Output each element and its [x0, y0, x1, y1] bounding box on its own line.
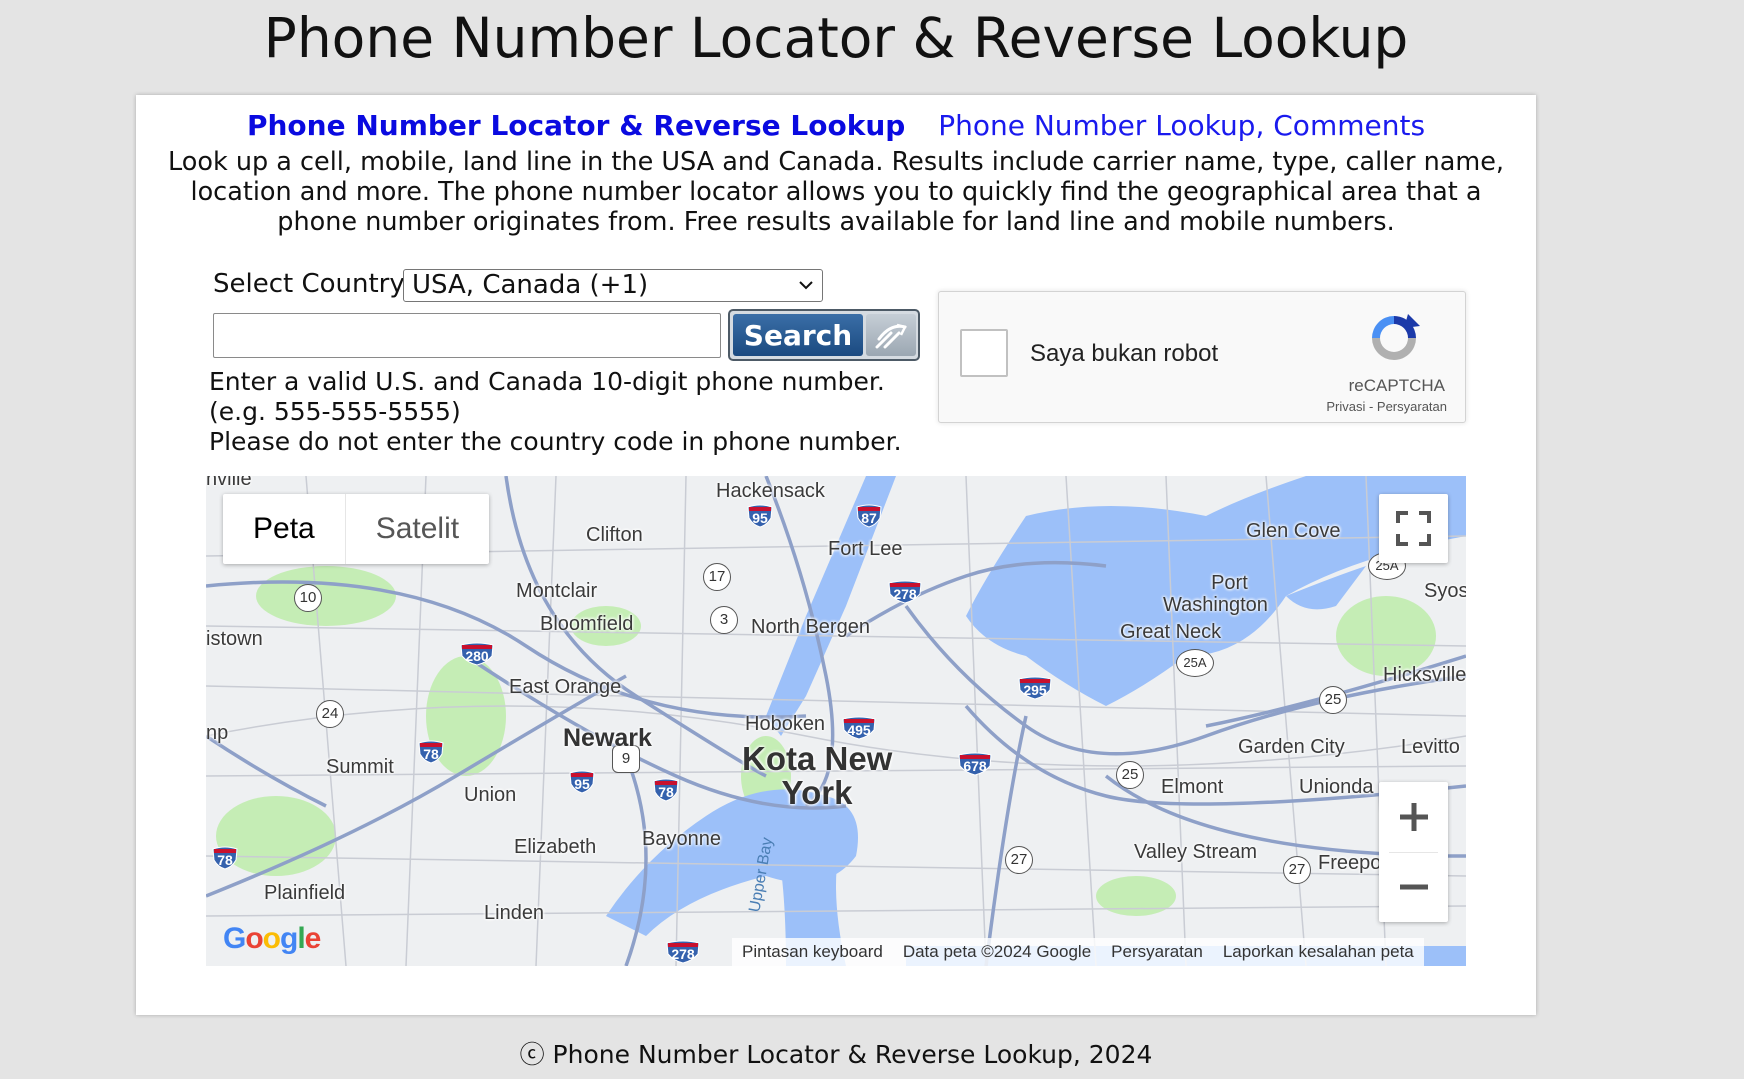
- interstate-shield: 87: [856, 504, 882, 531]
- help-line: (e.g. 555-555-5555): [209, 397, 461, 426]
- chevron-down-icon: [798, 270, 814, 311]
- route-marker: 10: [294, 584, 322, 612]
- map-place-label: Elizabeth: [514, 836, 597, 858]
- nav-row: Phone Number Locator & Reverse Lookup Ph…: [136, 109, 1536, 142]
- interstate-shield: 95: [569, 770, 595, 797]
- map-place-label-major: Kota New York: [742, 740, 893, 811]
- interstate-shield: 78: [653, 778, 679, 805]
- interstate-shield: 78: [418, 740, 444, 767]
- search-button-label: Search: [733, 314, 863, 356]
- map-place-label: Linden: [484, 902, 545, 924]
- interstate-shield: 280: [460, 642, 494, 669]
- map-place-label: Montclair: [516, 580, 598, 602]
- map-type-control: Peta Satelit: [223, 494, 490, 564]
- map-terms-link[interactable]: Persyaratan: [1101, 942, 1213, 962]
- main-card: Phone Number Locator & Reverse Lookup Ph…: [136, 95, 1536, 1015]
- map-place-label: Fort Lee: [828, 538, 903, 560]
- map-place-label: np: [206, 722, 229, 744]
- map-place-label: Hackensack: [716, 480, 825, 502]
- nav-link-locator[interactable]: Phone Number Locator & Reverse Lookup: [247, 109, 905, 142]
- map-place-label: nville: [206, 476, 252, 490]
- map-place-label: Elmont: [1161, 776, 1224, 798]
- map-place-label: Hoboken: [745, 713, 826, 735]
- route-marker: 25: [1319, 686, 1347, 714]
- map-place-label: Bayonne: [642, 828, 721, 850]
- intro-text: Look up a cell, mobile, land line in the…: [167, 147, 1505, 237]
- plus-icon: [1399, 803, 1428, 831]
- map-place-label: Garden City: [1238, 736, 1345, 758]
- interstate-shield: 278: [888, 580, 922, 607]
- map-place-label: Glen Cove: [1246, 520, 1341, 542]
- route-marker: 25A: [1176, 649, 1214, 677]
- page-title: Phone Number Locator & Reverse Lookup: [263, 6, 1409, 70]
- nav-link-comments[interactable]: Phone Number Lookup, Comments: [938, 109, 1425, 142]
- phone-search-icon: [866, 314, 916, 356]
- footer-copyright: ⓒ Phone Number Locator & Reverse Lookup,…: [519, 1040, 1153, 1069]
- help-line: Please do not enter the country code in …: [209, 427, 902, 456]
- map-place-label: istown: [206, 628, 263, 650]
- help-line: Enter a valid U.S. and Canada 10-digit p…: [209, 367, 885, 396]
- route-marker: 27: [1283, 856, 1311, 884]
- map-place-label: Plainfield: [264, 882, 346, 904]
- map-place-label: Port Washington: [1163, 572, 1268, 616]
- report-error-link[interactable]: Laporkan kesalahan peta: [1213, 942, 1424, 962]
- phone-number-input[interactable]: [213, 313, 721, 358]
- map-place-label: Unionda: [1299, 776, 1374, 798]
- interstate-shield: 95: [747, 504, 773, 531]
- map-attribution: Pintasan keyboard Data peta ©2024 Google…: [732, 938, 1424, 966]
- route-marker: 25: [1116, 761, 1144, 789]
- interstate-shield: 495: [842, 716, 876, 743]
- map-place-label: Great Neck: [1120, 621, 1222, 643]
- map-place-label: Summit: [326, 756, 394, 778]
- map-place-label: Levitto: [1401, 736, 1460, 758]
- map-place-label: Bloomfield: [540, 613, 634, 635]
- recaptcha-brand: reCAPTCHA: [1348, 376, 1445, 395]
- minus-icon: [1399, 884, 1428, 890]
- country-label: Select Country: [213, 269, 405, 299]
- route-marker: 17: [703, 563, 731, 591]
- google-logo: Google: [223, 922, 321, 955]
- map-place-label: Freepo: [1318, 852, 1382, 874]
- recaptcha-checkbox[interactable]: [960, 329, 1008, 377]
- search-button[interactable]: Search: [728, 309, 920, 361]
- interstate-shield: 295: [1018, 676, 1052, 703]
- recaptcha-logo-icon: [1364, 310, 1424, 372]
- map-place-label: Valley Stream: [1134, 841, 1258, 863]
- map-place-label: North Bergen: [751, 616, 870, 638]
- recaptcha-label: Saya bukan robot: [1030, 340, 1219, 367]
- map-type-map-button[interactable]: Peta: [223, 494, 345, 564]
- interstate-shield: 78: [212, 846, 238, 873]
- recaptcha-terms-link[interactable]: Privasi - Persyaratan: [1326, 399, 1447, 414]
- map-place-label: Syos: [1424, 580, 1466, 602]
- zoom-out-button[interactable]: [1379, 852, 1448, 922]
- map-data-text: Data peta ©2024 Google: [902, 942, 1092, 961]
- map-place-label: Union: [464, 784, 517, 806]
- map-place-label: East Orange: [509, 676, 622, 698]
- interstate-shield: 278: [666, 940, 700, 966]
- route-marker: 27: [1005, 846, 1033, 874]
- map-place-label: Hicksville: [1383, 664, 1466, 686]
- interstate-shield: 678: [958, 752, 992, 779]
- phone-help-text: Enter a valid U.S. and Canada 10-digit p…: [209, 367, 902, 457]
- map-type-satellite-button[interactable]: Satelit: [344, 494, 489, 564]
- fullscreen-icon: [1396, 511, 1431, 546]
- route-marker: 24: [316, 700, 344, 728]
- keyboard-shortcuts-link[interactable]: Pintasan keyboard: [732, 942, 893, 962]
- map-place-label: Newark: [563, 724, 652, 752]
- country-select-value: USA, Canada (+1): [412, 270, 649, 300]
- map-place-label: Clifton: [586, 524, 643, 546]
- country-select[interactable]: USA, Canada (+1): [403, 269, 823, 302]
- zoom-in-button[interactable]: [1379, 782, 1448, 852]
- recaptcha-widget: Saya bukan robot reCAPTCHA Privasi - Per…: [938, 291, 1466, 423]
- map-view[interactable]: 95 87 278 280 295 495 78 95 78 678 78 27…: [206, 476, 1466, 966]
- zoom-control: [1379, 782, 1448, 922]
- fullscreen-button[interactable]: [1379, 494, 1448, 563]
- route-marker: 3: [710, 606, 738, 634]
